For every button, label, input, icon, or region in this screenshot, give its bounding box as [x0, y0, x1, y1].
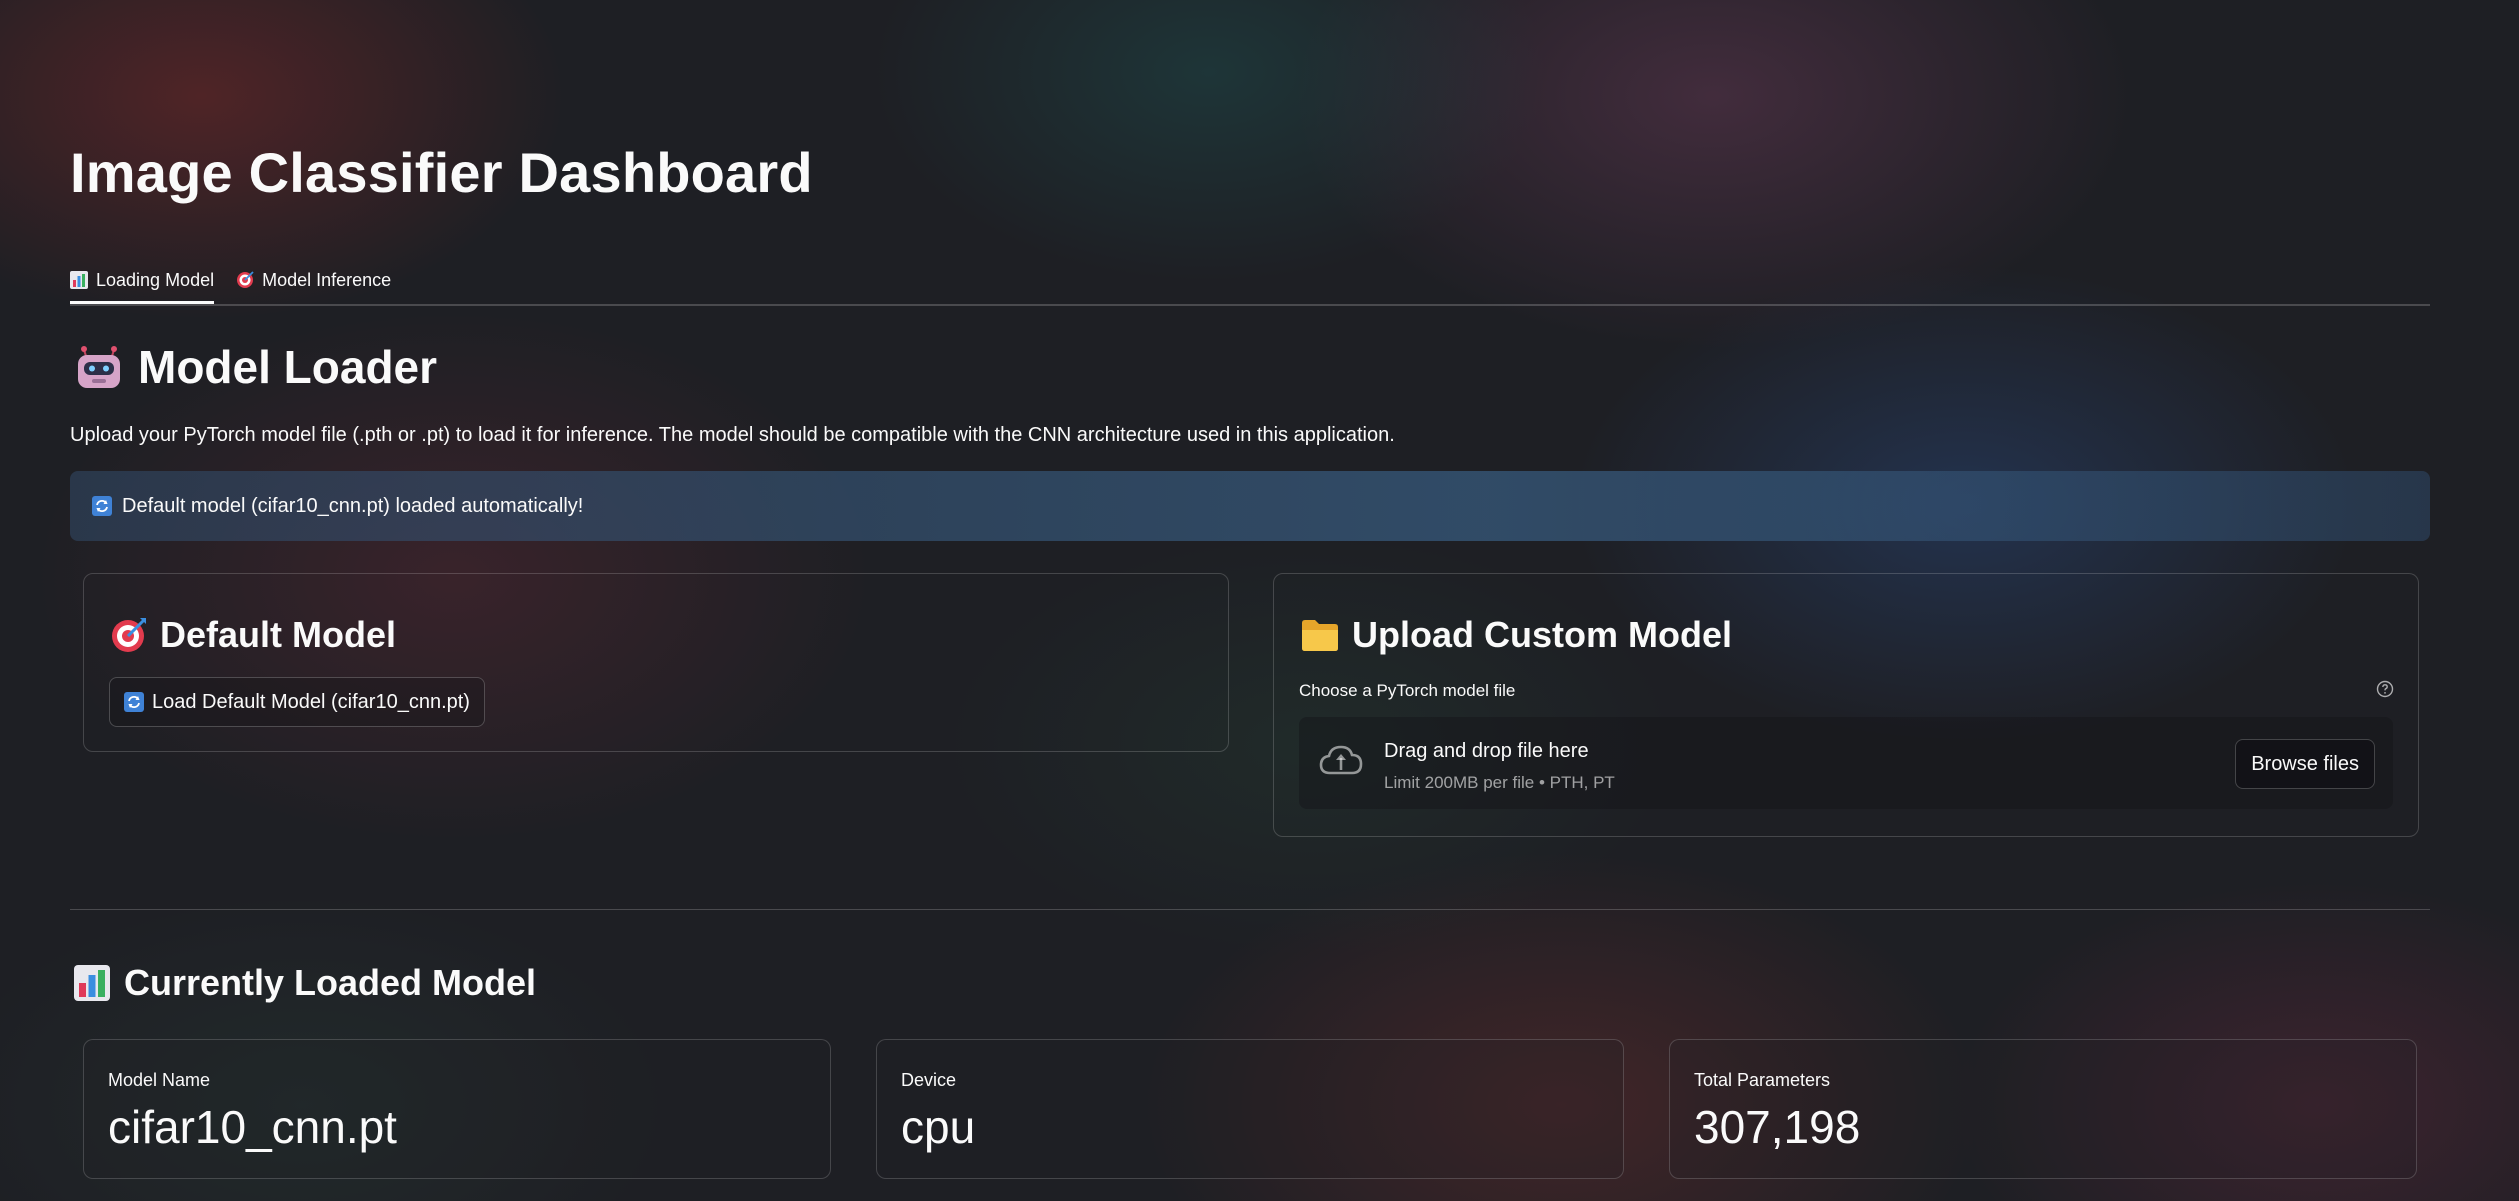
- target-icon: [110, 616, 148, 654]
- currently-loaded-heading-text: Currently Loaded Model: [124, 962, 537, 1003]
- tab-bar: Loading Model Model Inference: [70, 258, 2430, 306]
- currently-loaded-heading: Currently Loaded Model: [74, 962, 536, 1004]
- metric-model-name: Model Name cifar10_cnn.pt: [83, 1039, 831, 1179]
- upload-model-card: Upload Custom Model Choose a PyTorch mod…: [1273, 573, 2419, 837]
- page-title: Image Classifier Dashboard: [70, 141, 813, 204]
- load-default-model-label: Load Default Model (cifar10_cnn.pt): [152, 690, 470, 713]
- tab-label: Model Inference: [262, 269, 392, 290]
- section-divider: [70, 909, 2430, 910]
- upload-model-title-text: Upload Custom Model: [1352, 614, 1732, 655]
- target-icon: [236, 271, 254, 289]
- browse-files-button[interactable]: Browse files: [2235, 739, 2375, 789]
- cloud-upload-icon: [1317, 741, 1365, 781]
- metric-label: Device: [901, 1070, 957, 1090]
- metric-value: 307,198: [1694, 1101, 1861, 1153]
- file-uploader-label: Choose a PyTorch model file: [1299, 681, 1516, 700]
- file-dropzone[interactable]: Drag and drop file here Limit 200MB per …: [1299, 717, 2393, 809]
- refresh-icon: [124, 692, 144, 712]
- model-loader-heading: Model Loader: [74, 340, 437, 394]
- metric-device: Device cpu: [876, 1039, 1624, 1179]
- dropzone-subtitle: Limit 200MB per file • PTH, PT: [1384, 773, 1615, 792]
- load-default-model-button[interactable]: Load Default Model (cifar10_cnn.pt): [109, 677, 485, 727]
- tab-model-inference[interactable]: Model Inference: [236, 258, 391, 302]
- model-loader-heading-text: Model Loader: [138, 341, 438, 393]
- dropzone-title: Drag and drop file here: [1384, 740, 1589, 762]
- metric-value: cpu: [901, 1101, 976, 1153]
- metric-label: Total Parameters: [1694, 1070, 1831, 1090]
- default-model-title: Default Model: [110, 614, 396, 656]
- loader-description: Upload your PyTorch model file (.pth or …: [70, 424, 1395, 446]
- refresh-icon: [92, 496, 112, 516]
- help-icon[interactable]: [2376, 680, 2394, 698]
- metric-label: Model Name: [108, 1070, 211, 1090]
- info-banner: Default model (cifar10_cnn.pt) loaded au…: [70, 471, 2430, 541]
- upload-model-title: Upload Custom Model: [1300, 614, 1732, 656]
- tab-loading-model[interactable]: Loading Model: [70, 258, 215, 304]
- tab-label: Loading Model: [96, 269, 215, 290]
- folder-icon: [1300, 617, 1340, 653]
- bar-chart-icon: [74, 965, 110, 1001]
- robot-icon: [74, 342, 124, 392]
- default-model-title-text: Default Model: [160, 614, 397, 655]
- metric-value: cifar10_cnn.pt: [108, 1101, 397, 1153]
- metric-total-parameters: Total Parameters 307,198: [1669, 1039, 2417, 1179]
- default-model-card: Default Model Load Default Model (cifar1…: [83, 573, 1229, 752]
- info-banner-text: Default model (cifar10_cnn.pt) loaded au…: [122, 494, 584, 517]
- bar-chart-icon: [70, 271, 88, 289]
